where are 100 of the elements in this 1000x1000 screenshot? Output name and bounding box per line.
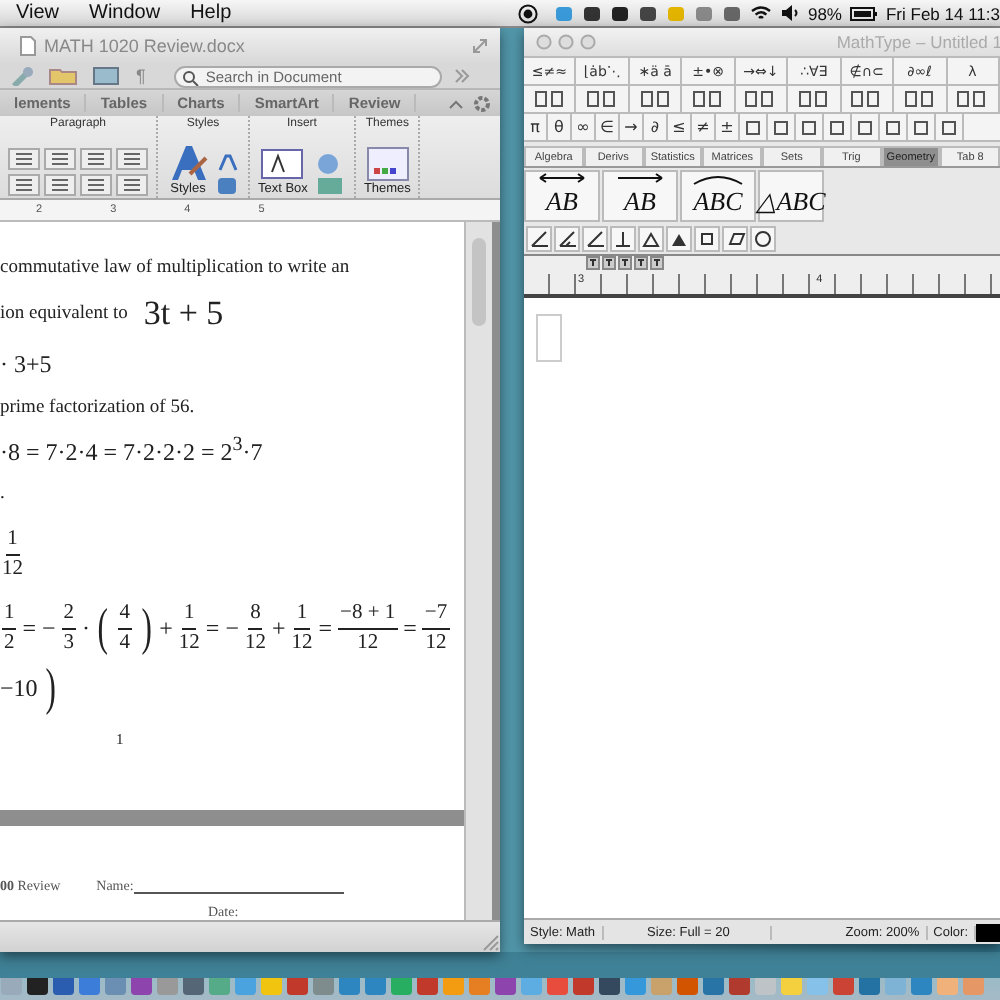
numerator: 4: [117, 601, 132, 630]
symbol-key[interactable]: ±: [716, 114, 740, 140]
numerator: 1: [2, 601, 17, 630]
align-icon[interactable]: [116, 148, 148, 170]
denominator: 12: [357, 631, 379, 656]
denominator: 12: [2, 558, 23, 583]
speaker-icon[interactable]: [779, 4, 800, 22]
math-expression: ·: [82, 613, 91, 644]
resize-grip-icon[interactable]: [480, 932, 500, 952]
menu-item[interactable]: Help: [190, 2, 232, 24]
menu-item[interactable]: View: [16, 2, 59, 24]
status-icon[interactable]: [581, 3, 602, 23]
math-expression: ·8 = 7·2·4 = 7·2·2·2 = 2$^{3}$·7: [0, 433, 263, 467]
denominator: 12: [291, 631, 313, 656]
align-icon[interactable]: [44, 174, 76, 196]
status-icon[interactable]: [637, 3, 658, 23]
menu-item[interactable]: Window: [89, 2, 161, 24]
align-icon[interactable]: [116, 174, 148, 196]
math-expression: · 3+5: [0, 349, 52, 379]
denominator: 12: [244, 631, 266, 656]
clock[interactable]: Fri Feb 14 11:3: [885, 3, 1000, 23]
angle-icon[interactable]: [554, 226, 580, 252]
align-icon[interactable]: [80, 174, 112, 196]
textbox-icon: [260, 146, 305, 182]
tab-stop-icon[interactable]: [602, 256, 616, 270]
template-button[interactable]: AB: [524, 170, 600, 222]
parallelogram-icon[interactable]: [722, 226, 748, 252]
template-icon[interactable]: [692, 90, 725, 108]
template-icon[interactable]: [797, 90, 830, 108]
chevron-icon[interactable]: [453, 68, 470, 84]
numerator: 8: [248, 601, 263, 630]
math-expression: =: [403, 613, 417, 644]
template-button[interactable]: ABC: [680, 170, 756, 222]
body-text: commutative law of multiplication to write an: [0, 257, 350, 277]
numerator: −8 + 1: [338, 601, 398, 630]
template-icon[interactable]: [639, 90, 672, 108]
symbol-key[interactable]: ≠: [692, 114, 716, 140]
template-button[interactable]: △ABC: [758, 170, 824, 222]
parenthesis: ): [45, 658, 56, 719]
angle-icon[interactable]: [526, 226, 552, 252]
denominator: 2: [4, 631, 15, 656]
battery-percentage: 98%: [807, 3, 842, 23]
app-icon[interactable]: [26, 978, 49, 996]
template-icon[interactable]: [850, 90, 883, 108]
styles-icon: [166, 142, 210, 182]
numerator: 1: [182, 601, 197, 630]
square-icon[interactable]: [694, 226, 720, 252]
numerator: −7: [422, 601, 450, 630]
shapes-icon[interactable]: [313, 152, 346, 196]
wifi-icon[interactable]: [749, 4, 772, 22]
template-icon[interactable]: [533, 90, 566, 108]
math-expression: =: [318, 613, 333, 644]
perpendicular-icon[interactable]: [610, 226, 636, 252]
fullscreen-icon[interactable]: [472, 38, 488, 54]
circle-icon[interactable]: [750, 226, 776, 252]
numerator: 2: [61, 601, 77, 630]
record-icon[interactable]: [517, 3, 538, 23]
tab-stop-icon[interactable]: [650, 256, 664, 270]
symbol-key[interactable]: θ: [548, 114, 572, 140]
collapse-icon[interactable]: [448, 97, 464, 109]
denominator: 4: [119, 631, 130, 656]
app-icon[interactable]: [598, 978, 621, 996]
symbol-key[interactable]: ∈: [596, 114, 620, 140]
color-swatch[interactable]: [976, 923, 1000, 941]
template-icon[interactable]: [586, 90, 619, 108]
battery-icon[interactable]: [849, 5, 878, 21]
body-text: prime factorization of 56.: [0, 397, 195, 417]
status-icon[interactable]: [609, 3, 630, 23]
tab-stop-icon[interactable]: [586, 256, 600, 270]
numerator: 1: [294, 601, 310, 630]
denominator: 12: [178, 631, 200, 656]
angle-icon[interactable]: [582, 226, 608, 252]
math-expression: +: [271, 613, 286, 644]
symbol-key[interactable]: π: [524, 114, 548, 140]
template-button[interactable]: AB: [602, 170, 678, 222]
align-icon[interactable]: [8, 174, 40, 196]
brush-icon[interactable]: [8, 66, 36, 86]
template-icon[interactable]: [956, 90, 989, 108]
symbol-key[interactable]: →: [620, 114, 644, 140]
body-text: .: [0, 483, 5, 503]
tab-stop-icon[interactable]: [634, 256, 648, 270]
tab-stop-icon[interactable]: [618, 256, 632, 270]
triangle-icon[interactable]: [638, 226, 664, 252]
denominator: 3: [63, 631, 75, 656]
gear-icon[interactable]: [472, 93, 492, 113]
image-icon[interactable]: [92, 66, 124, 86]
math-expression: −10: [0, 673, 38, 704]
template-icon[interactable]: [744, 90, 777, 108]
arc-icon: [688, 170, 748, 186]
align-icon[interactable]: [44, 148, 76, 170]
symbol-key[interactable]: ∞: [572, 114, 596, 140]
math-expression: = −: [205, 613, 239, 644]
symbol-key[interactable]: ∂: [644, 114, 668, 140]
style-icon[interactable]: [216, 152, 240, 196]
symbol-key[interactable]: ≤: [668, 114, 692, 140]
align-icon[interactable]: [80, 148, 112, 170]
template-icon[interactable]: [903, 90, 936, 108]
window-title: MATH 1020 Review.docx: [44, 36, 245, 56]
scrollbar-thumb[interactable]: [472, 238, 486, 326]
align-icon[interactable]: [8, 148, 40, 170]
